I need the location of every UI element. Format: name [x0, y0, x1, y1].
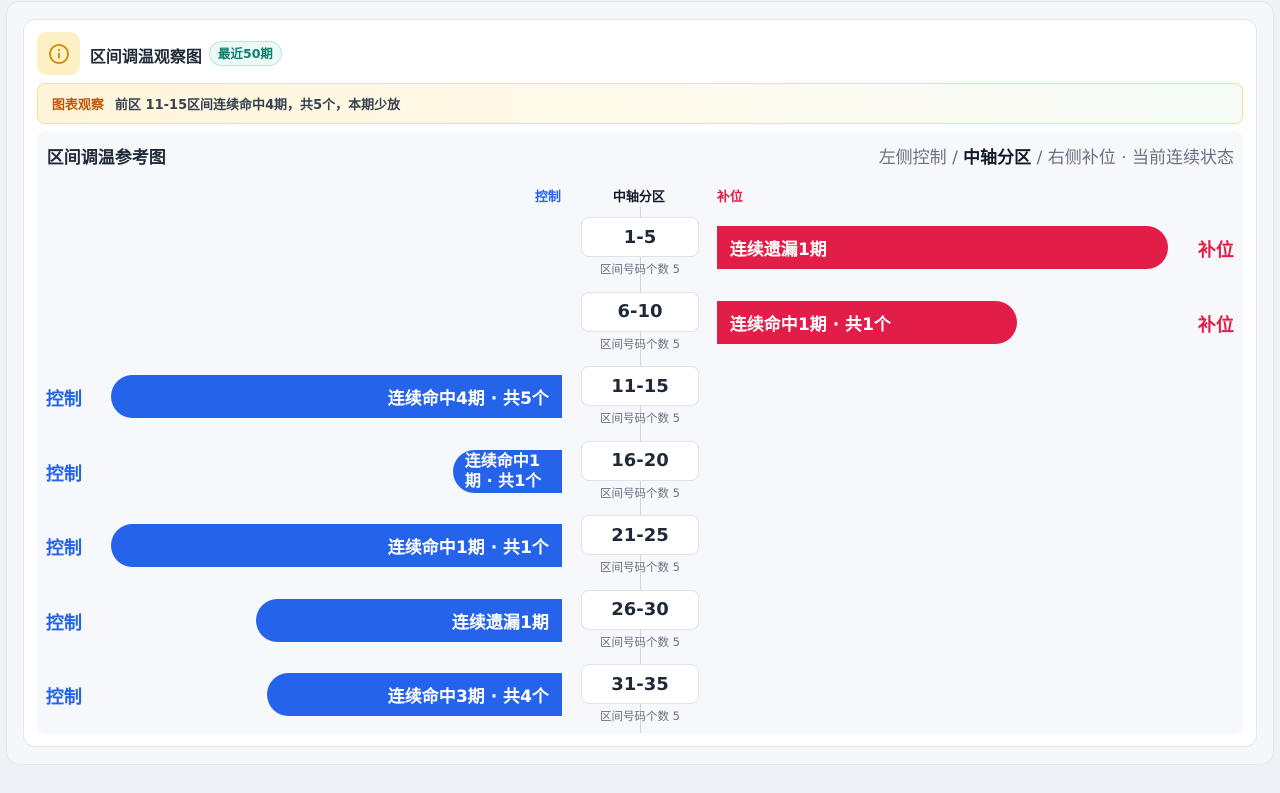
zone-count-label: 区间号码个数 5: [600, 560, 680, 574]
legend-left: 左侧控制: [878, 148, 947, 168]
legend-dot: ·: [1115, 148, 1132, 168]
control-label: 控制: [46, 612, 82, 634]
control-bar: 连续命中1期 · 共1个: [453, 449, 562, 493]
control-label: 控制: [46, 687, 82, 708]
zone-range: 16-20: [581, 440, 699, 481]
zone-count-label: 区间号码个数 5: [600, 634, 680, 649]
control-bar: 连续命中3期 · 共4个: [267, 673, 562, 716]
legend-separator: /: [1031, 148, 1048, 168]
zone-count-label: 区间号码个数 5: [600, 336, 680, 351]
fill-bar: 连续遗漏1期: [717, 226, 1168, 269]
observation-banner: 图表观察 前区 11-15区间连续命中4期，共5个，本期少放: [37, 83, 1243, 124]
fill-label: 补位: [1198, 314, 1234, 336]
zone-count-label: 区间号码个数 5: [600, 709, 680, 723]
card-title: 区间调温观察图: [90, 47, 203, 66]
control-bar: 连续命中1期 · 共1个: [111, 524, 562, 567]
legend-separator: /: [946, 148, 964, 168]
zone-range: 31-35: [581, 664, 699, 704]
control-label: 控制: [46, 538, 82, 559]
zone-count-label: 区间号码个数 5: [600, 262, 680, 276]
zone-count-label: 区间号码个数 5: [600, 411, 680, 425]
zone-range: 6-10: [581, 291, 699, 332]
fill-bar: 连续命中1期 · 共1个: [717, 300, 1017, 344]
legend-state: 当前连续状态: [1132, 148, 1234, 168]
column-header-control: 控制: [535, 190, 562, 205]
control-bar: 连续命中4期 · 共5个: [111, 375, 562, 418]
zone-count-label: 区间号码个数 5: [600, 485, 680, 500]
column-header-fill: 补位: [717, 190, 744, 205]
zone-range: 26-30: [581, 589, 699, 630]
period-badge: 最近50期: [209, 41, 282, 66]
control-label: 控制: [46, 389, 82, 410]
observation-text: 前区 11-15区间连续命中4期，共5个，本期少放: [115, 98, 401, 113]
control-label: 控制: [46, 463, 82, 485]
control-bar: 连续遗漏1期: [256, 598, 562, 642]
zone-range: 21-25: [581, 515, 699, 555]
legend-right: 右侧补位: [1047, 148, 1116, 168]
legend-mid: 中轴分区: [963, 148, 1032, 168]
zone-range: 11-15: [581, 366, 699, 406]
fill-label: 补位: [1198, 240, 1234, 261]
zone-range: 1-5: [581, 217, 699, 257]
panel-title: 区间调温参考图: [47, 148, 166, 168]
column-header-axis: 中轴分区: [613, 190, 666, 205]
info-icon: [37, 32, 80, 75]
legend: 左侧控制 / 中轴分区 / 右侧补位 · 当前连续状态: [879, 143, 1234, 168]
observation-tag: 图表观察: [52, 98, 105, 113]
